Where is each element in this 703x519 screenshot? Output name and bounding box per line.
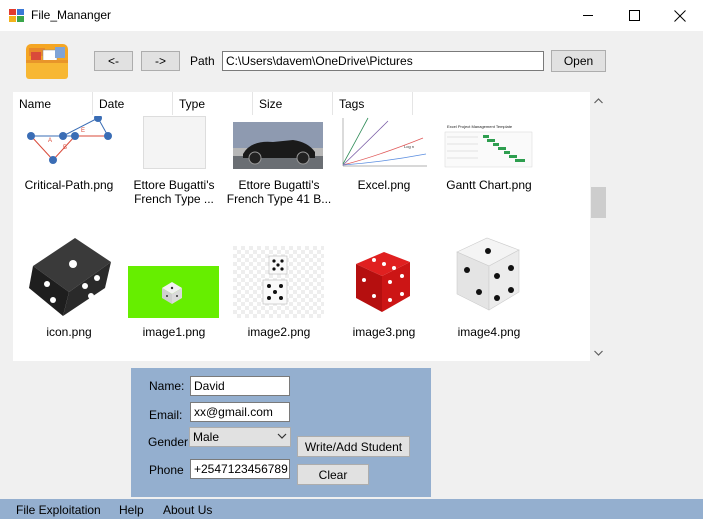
open-button[interactable]: Open: [551, 50, 606, 72]
back-button[interactable]: <-: [94, 51, 133, 71]
file-label[interactable]: image1.png: [119, 325, 229, 339]
gender-value: Male: [193, 430, 220, 444]
minimize-icon: [582, 15, 593, 16]
white-dice-pair-thumbnail[interactable]: [233, 246, 324, 318]
menu-about-us[interactable]: About Us: [163, 503, 212, 517]
white-dice-thumbnail[interactable]: [443, 226, 534, 318]
chevron-up-icon: [594, 97, 603, 103]
close-button[interactable]: [657, 0, 703, 31]
path-label: Path: [190, 54, 215, 68]
title-bar: File_Mananger: [0, 0, 703, 31]
file-label[interactable]: Ettore Bugatti's French Type 41 B...: [224, 178, 334, 206]
file-label[interactable]: Gantt Chart.png: [434, 178, 544, 192]
column-header-name[interactable]: Name: [13, 92, 93, 115]
file-label[interactable]: Ettore Bugatti's French Type ...: [119, 178, 229, 206]
svg-text:A: A: [48, 138, 52, 144]
menu-help[interactable]: Help: [119, 503, 144, 517]
maximize-icon: [628, 10, 640, 21]
vintage-car-thumbnail[interactable]: [233, 122, 323, 169]
chevron-down-icon: [277, 433, 287, 439]
column-header-tags[interactable]: Tags: [333, 92, 413, 115]
column-headers: Name Date Type Size Tags: [13, 92, 589, 115]
maximize-button[interactable]: [611, 0, 657, 31]
file-label[interactable]: image2.png: [224, 325, 334, 339]
scroll-down-button[interactable]: [590, 344, 607, 361]
window-title: File_Mananger: [31, 8, 112, 22]
email-field[interactable]: xx@gmail.com: [190, 402, 290, 422]
gantt-chart-thumbnail[interactable]: Excel Project Management Template: [443, 122, 534, 169]
folder-icon: [26, 44, 68, 79]
menu-bar: File Exploitation Help About Us: [0, 499, 703, 519]
path-input[interactable]: C:\Users\davem\OneDrive\Pictures: [222, 51, 544, 71]
chevron-down-icon: [594, 350, 603, 356]
email-label: Email:: [149, 408, 183, 422]
column-header-type[interactable]: Type: [173, 92, 253, 115]
file-label[interactable]: icon.png: [14, 325, 124, 339]
phone-field[interactable]: +2547123456789: [190, 459, 290, 479]
app-icon: [9, 9, 24, 22]
excel-chart-thumbnail[interactable]: Log n: [338, 116, 429, 169]
student-form-panel: Name: David Email: xx@gmail.com Gender: …: [131, 368, 431, 497]
file-label[interactable]: image3.png: [329, 325, 439, 339]
file-label[interactable]: image4.png: [434, 325, 544, 339]
forward-button[interactable]: ->: [141, 51, 180, 71]
bugatti-blank-thumbnail[interactable]: [143, 116, 206, 169]
file-label[interactable]: Critical-Path.png: [14, 178, 124, 192]
file-list-view[interactable]: Name Date Type Size Tags A B E Log n Exc…: [13, 92, 607, 361]
critical-path-thumbnail[interactable]: A B E: [23, 116, 113, 169]
red-dice-thumbnail[interactable]: [338, 246, 429, 318]
gender-label: Gender:: [148, 435, 192, 449]
list-scrollbar[interactable]: [590, 92, 607, 361]
svg-text:E: E: [81, 128, 85, 134]
column-header-size[interactable]: Size: [253, 92, 333, 115]
scroll-up-button[interactable]: [590, 92, 607, 109]
column-header-date[interactable]: Date: [93, 92, 173, 115]
clear-button[interactable]: Clear: [297, 464, 369, 485]
write-add-student-button[interactable]: Write/Add Student: [297, 436, 410, 457]
green-dice-thumbnail[interactable]: [128, 266, 219, 318]
black-dice-thumbnail[interactable]: [23, 226, 113, 318]
minimize-button[interactable]: [565, 0, 611, 31]
scroll-thumb[interactable]: [591, 187, 606, 218]
svg-text:Log n: Log n: [404, 144, 414, 149]
svg-text:B: B: [63, 145, 67, 151]
name-label: Name:: [149, 379, 185, 393]
phone-label: Phone: [149, 463, 184, 477]
gender-select[interactable]: Male: [189, 427, 291, 447]
svg-text:Excel Project Management Templ: Excel Project Management Template: [447, 124, 513, 129]
name-field[interactable]: David: [190, 376, 290, 396]
file-label[interactable]: Excel.png: [329, 178, 439, 192]
close-icon: [674, 9, 686, 22]
menu-file-exploitation[interactable]: File Exploitation: [16, 503, 101, 517]
